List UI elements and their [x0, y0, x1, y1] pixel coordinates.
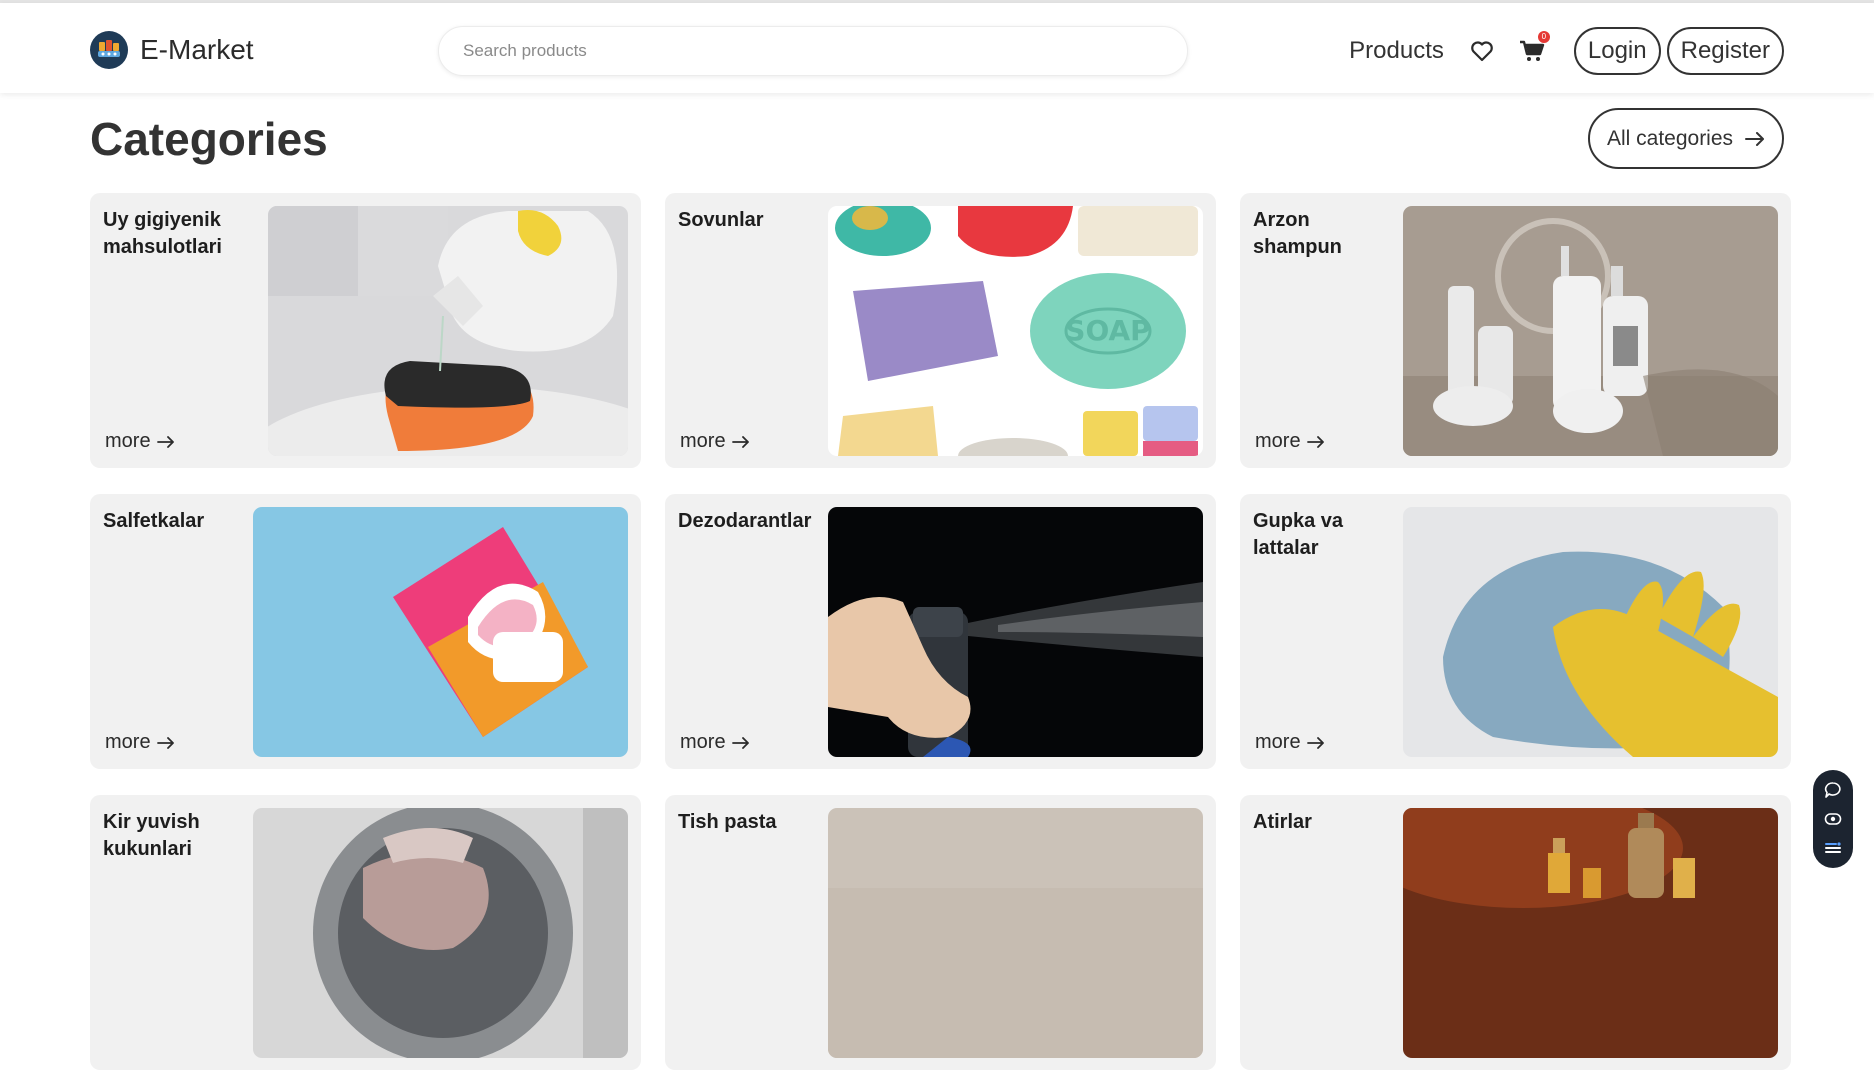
more-link[interactable]: more: [1255, 430, 1325, 453]
category-card[interactable]: Gupka va lattalar more: [1240, 494, 1791, 769]
more-label: more: [680, 731, 726, 753]
category-title: Gupka va lattalar: [1253, 510, 1344, 559]
arrow-right-icon: [156, 736, 174, 749]
category-card[interactable]: Tish pasta: [665, 795, 1216, 1070]
category-title: Atirlar: [1253, 811, 1312, 833]
page-title: Categories: [90, 113, 328, 165]
svg-text:SOAP: SOAP: [1065, 314, 1150, 347]
category-card[interactable]: Arzon shampun more: [1240, 193, 1791, 468]
logo-icon: [90, 31, 128, 69]
preview-button[interactable]: [1823, 809, 1843, 829]
category-title: Sovunlar: [678, 209, 764, 231]
category-image: [253, 507, 628, 757]
all-categories-label: All categories: [1606, 126, 1734, 150]
category-card[interactable]: Sovunlar SOAP more: [665, 193, 1216, 468]
category-image: [828, 507, 1203, 757]
more-link[interactable]: more: [1255, 731, 1325, 754]
category-image: [1403, 206, 1778, 456]
category-card[interactable]: Dezodarantlar more: [665, 494, 1216, 769]
menu-button[interactable]: [1823, 838, 1843, 858]
chat-icon: [1824, 782, 1841, 799]
category-image: [1403, 507, 1778, 757]
category-title: Arzon shampun: [1253, 209, 1342, 258]
all-categories-button[interactable]: All categories: [1588, 108, 1784, 169]
wishlist-button[interactable]: [1468, 37, 1496, 65]
arrow-right-icon: [731, 736, 749, 749]
category-card[interactable]: Atirlar: [1240, 795, 1791, 1070]
category-image: [828, 808, 1203, 1058]
more-label: more: [105, 731, 151, 753]
more-label: more: [1255, 731, 1301, 753]
arrow-right-icon: [156, 435, 174, 448]
category-card[interactable]: Kir yuvish kukunlari: [90, 795, 641, 1070]
cart-button[interactable]: 0: [1518, 31, 1550, 65]
more-link[interactable]: more: [680, 430, 750, 453]
menu-icon: [1825, 842, 1841, 853]
arrow-right-icon: [1306, 435, 1324, 448]
arrow-right-icon: [1745, 131, 1765, 146]
category-image: [1403, 808, 1778, 1058]
arrow-right-icon: [731, 435, 749, 448]
category-image: SOAP: [828, 206, 1203, 456]
category-title: Dezodarantlar: [678, 510, 812, 532]
more-label: more: [1255, 430, 1301, 452]
category-title: Kir yuvish kukunlari: [103, 811, 200, 860]
category-grid: Uy gigiyenik mahsulotlari more Sovunlar: [90, 193, 1791, 1070]
header-nav: Products 0 Login Register: [1349, 27, 1784, 75]
register-button[interactable]: Register: [1666, 27, 1784, 75]
brand-name: E-Market: [140, 34, 254, 65]
more-link[interactable]: more: [105, 731, 175, 754]
category-title: Uy gigiyenik mahsulotlari: [103, 209, 222, 258]
category-card[interactable]: Uy gigiyenik mahsulotlari more: [90, 193, 641, 468]
login-button[interactable]: Login: [1573, 27, 1661, 75]
more-link[interactable]: more: [680, 731, 750, 754]
search-input[interactable]: [439, 27, 1187, 75]
cart-count-badge: 0: [1537, 31, 1550, 43]
heart-icon: [1471, 41, 1493, 62]
chat-button[interactable]: [1823, 780, 1843, 800]
category-image: [268, 206, 628, 456]
eye-icon: [1824, 813, 1842, 825]
search-bar: [438, 26, 1188, 76]
more-label: more: [680, 430, 726, 452]
brand-logo[interactable]: E-Market: [90, 31, 254, 69]
more-label: more: [105, 430, 151, 452]
arrow-right-icon: [1306, 736, 1324, 749]
site-header: E-Market Products 0 Login Register: [0, 3, 1874, 93]
category-card[interactable]: Salfetkalar more: [90, 494, 641, 769]
nav-products-link[interactable]: Products: [1349, 37, 1444, 65]
category-title: Tish pasta: [678, 811, 777, 833]
category-image: [253, 808, 628, 1058]
floating-toolbar: [1813, 770, 1853, 868]
more-link[interactable]: more: [105, 430, 175, 453]
category-title: Salfetkalar: [103, 510, 205, 532]
